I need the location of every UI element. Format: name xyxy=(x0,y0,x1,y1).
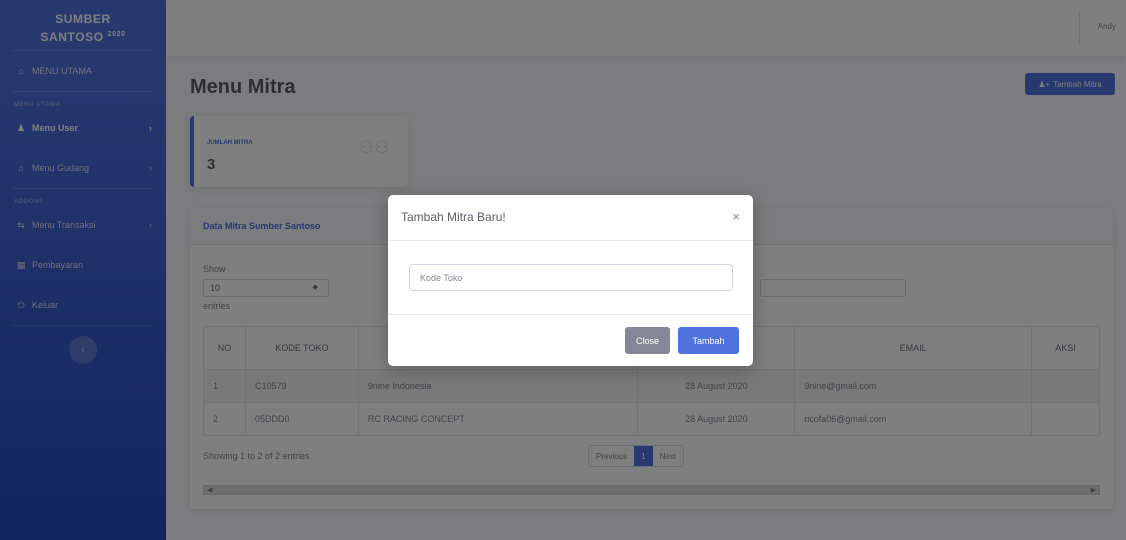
close-button[interactable]: Close xyxy=(625,327,670,354)
modal-header: Tambah Mitra Baru! × xyxy=(388,195,753,241)
tambah-button[interactable]: Tambah xyxy=(678,327,739,354)
modal-title: Tambah Mitra Baru! xyxy=(401,210,506,224)
kode-toko-input[interactable] xyxy=(409,264,733,291)
close-icon[interactable]: × xyxy=(732,209,740,224)
modal-footer: Close Tambah xyxy=(388,314,753,366)
tambah-mitra-modal: Tambah Mitra Baru! × Close Tambah xyxy=(388,195,753,366)
